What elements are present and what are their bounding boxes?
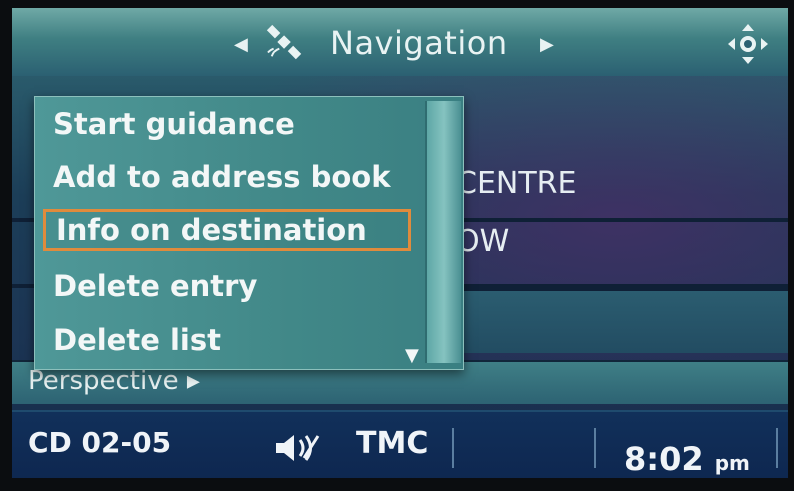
menu-item-add-to-address-book[interactable]: Add to address book: [43, 156, 411, 198]
menu-item-info-on-destination[interactable]: Info on destination: [43, 209, 411, 251]
page-title: Navigation: [330, 24, 508, 62]
menu-item-start-guidance[interactable]: Start guidance: [43, 103, 411, 145]
separator: [776, 428, 778, 468]
header-bar: ◀ Navigation ▶: [12, 8, 788, 76]
separator: [452, 428, 454, 468]
menu-item-delete-list[interactable]: Delete list: [43, 319, 411, 361]
next-arrow-icon[interactable]: ▶: [540, 34, 554, 55]
scroll-down-icon[interactable]: ▼: [405, 345, 419, 366]
clock: 8:02 pm: [624, 440, 750, 478]
perspective-label: Perspective ▸: [28, 366, 200, 396]
satellite-icon: [266, 24, 302, 60]
audio-source: CD 02-05: [28, 426, 172, 459]
separator: [594, 428, 596, 468]
clock-ampm: pm: [714, 451, 750, 475]
menu-item-delete-entry[interactable]: Delete entry: [43, 265, 411, 307]
menu-scrollbar[interactable]: [425, 101, 461, 363]
navigation-screen: ◀ Navigation ▶ CENTRE OW Perspective ▸ S…: [12, 8, 788, 478]
status-bar: CD 02-05 TMC 8:02 pm: [12, 410, 788, 478]
tmc-indicator: TMC: [356, 426, 429, 461]
nav-controller-icon[interactable]: [726, 22, 770, 66]
list-item-partial-1[interactable]: CENTRE: [456, 166, 576, 201]
clock-time: 8:02: [624, 440, 704, 478]
options-menu: Start guidance Add to address book Info …: [34, 96, 464, 370]
speaker-icon: [276, 435, 320, 461]
list-row-empty: [450, 288, 788, 353]
prev-arrow-icon[interactable]: ◀: [234, 34, 248, 55]
